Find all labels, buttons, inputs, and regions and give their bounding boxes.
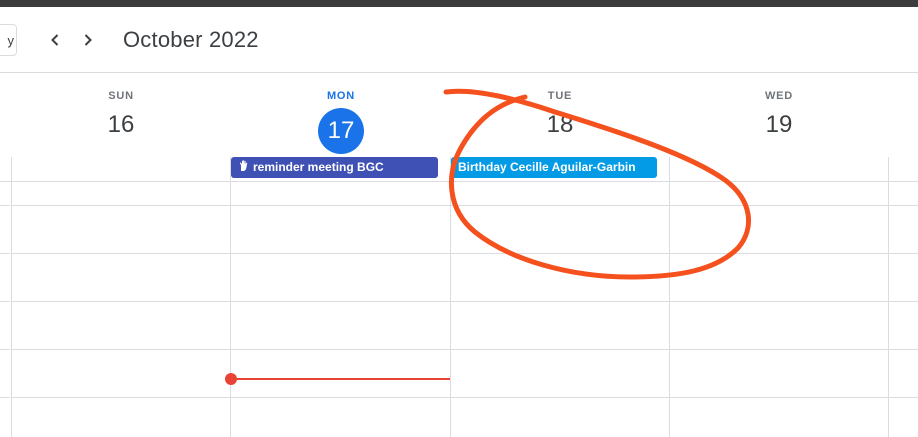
day-of-week-label: SUN	[108, 90, 134, 102]
hour-line	[11, 205, 918, 206]
chevron-right-icon	[84, 34, 92, 46]
today-highlight: 17	[318, 108, 364, 154]
hour-tick	[0, 205, 10, 206]
grid-column-line	[230, 157, 231, 437]
day-header-wed[interactable]: WED 19	[729, 90, 829, 140]
day-number[interactable]: 19	[729, 110, 829, 140]
day-header-mon[interactable]: MON 17	[291, 90, 391, 154]
day-header-sun[interactable]: SUN 16	[71, 90, 171, 140]
grid-column-line	[669, 157, 670, 437]
next-week-button[interactable]	[76, 28, 100, 52]
current-time-dot	[225, 373, 237, 385]
event-title: Birthday Cecille Aguilar-Garbin	[458, 160, 636, 174]
hand-icon	[238, 158, 249, 178]
hour-line	[11, 253, 918, 254]
day-number[interactable]: 17	[328, 116, 355, 146]
day-header-tue[interactable]: TUE 18	[510, 90, 610, 140]
hour-tick	[0, 349, 10, 350]
current-time-line	[231, 378, 450, 380]
freehand-circle-annotation	[443, 88, 752, 280]
hour-line	[11, 301, 918, 302]
grid-column-line	[888, 157, 889, 437]
day-of-week-label: WED	[764, 90, 794, 102]
hour-line	[11, 397, 918, 398]
day-number[interactable]: 16	[71, 110, 171, 140]
day-of-week-label: TUE	[547, 90, 573, 102]
chevron-left-icon	[51, 34, 59, 46]
hour-tick	[0, 253, 10, 254]
day-of-week-label: MON	[326, 90, 356, 102]
event-chip[interactable]: Birthday Cecille Aguilar-Garbin	[451, 157, 657, 178]
event-chip[interactable]: reminder meeting BGC	[231, 157, 438, 178]
event-title: reminder meeting BGC	[253, 160, 384, 174]
hour-tick	[0, 301, 10, 302]
day-number[interactable]: 18	[510, 110, 610, 140]
header-divider	[0, 72, 918, 73]
month-title: October 2022	[123, 27, 259, 52]
grid-column-line	[11, 157, 12, 437]
today-button[interactable]: y	[0, 24, 17, 56]
hour-line	[11, 349, 918, 350]
hour-tick	[0, 397, 10, 398]
window-top-bar	[0, 0, 918, 7]
grid-column-line	[450, 157, 451, 437]
all-day-divider	[0, 181, 918, 182]
previous-week-button[interactable]	[43, 28, 67, 52]
